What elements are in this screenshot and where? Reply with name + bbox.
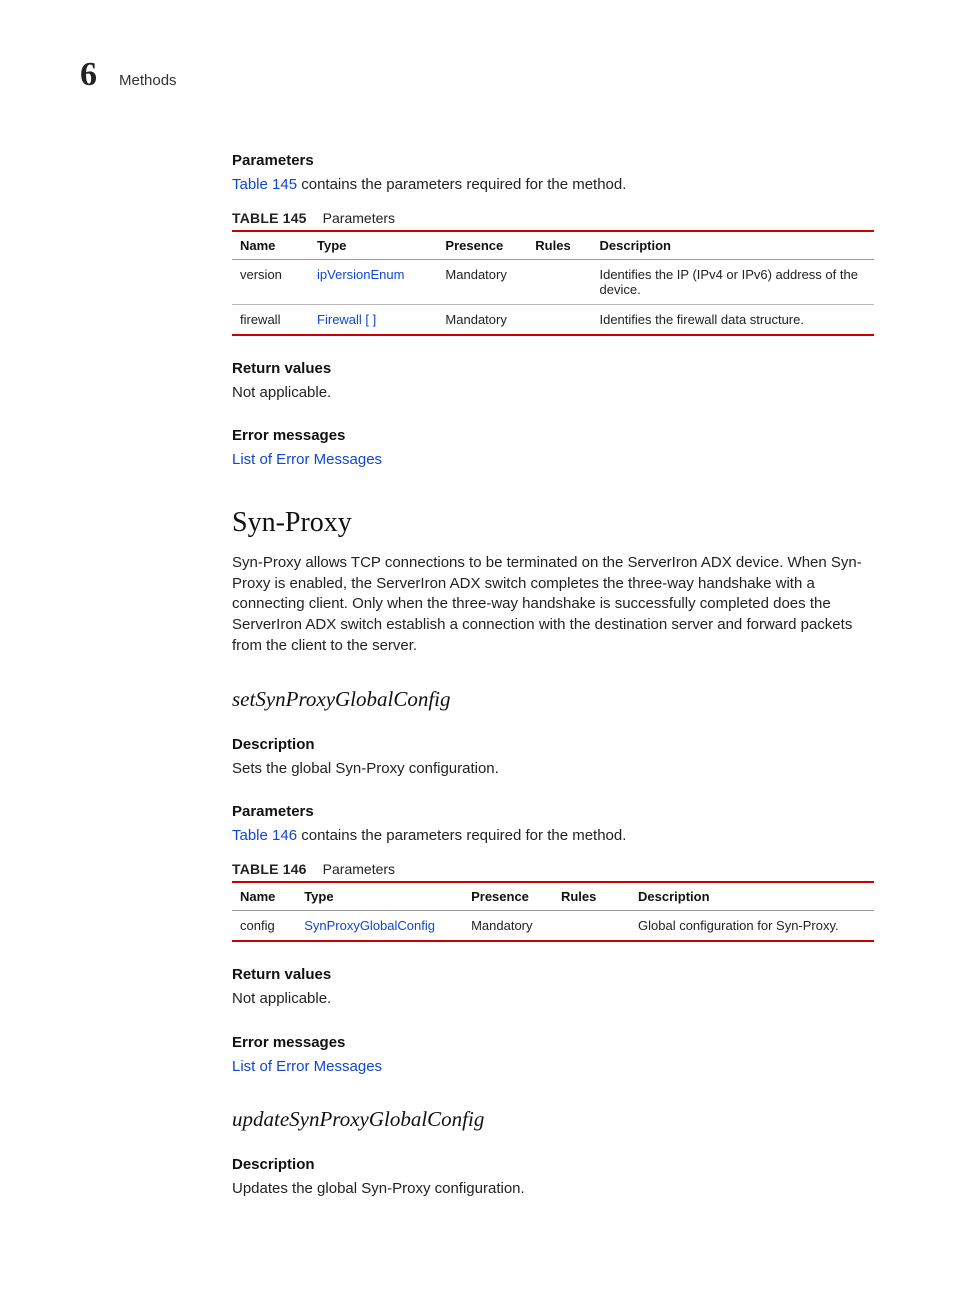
col-header: Type xyxy=(309,231,437,260)
table-row: version ipVersionEnum Mandatory Identifi… xyxy=(232,259,874,304)
cell-presence: Mandatory xyxy=(463,910,553,941)
cell-name: config xyxy=(232,910,296,941)
description-heading-1: Description xyxy=(232,736,874,753)
table146-caption-label: TABLE 146 xyxy=(232,861,307,877)
updatesynproxyglobalconfig-heading: updateSynProxyGlobalConfig xyxy=(232,1107,874,1132)
cell-rules xyxy=(527,259,591,304)
cell-name: version xyxy=(232,259,309,304)
error-messages-link-2[interactable]: List of Error Messages xyxy=(232,1058,382,1075)
table-row: firewall Firewall [ ] Mandatory Identifi… xyxy=(232,304,874,335)
col-header: Name xyxy=(232,231,309,260)
cell-rules xyxy=(553,910,630,941)
description-body-2: Updates the global Syn-Proxy configurati… xyxy=(232,1179,874,1200)
description-body-1: Sets the global Syn-Proxy configuration. xyxy=(232,759,874,780)
return-values-body-1: Not applicable. xyxy=(232,383,874,404)
col-header: Presence xyxy=(437,231,527,260)
syn-proxy-heading: Syn-Proxy xyxy=(232,507,874,539)
syn-proxy-body: Syn-Proxy allows TCP connections to be t… xyxy=(232,553,874,656)
cell-name: firewall xyxy=(232,304,309,335)
col-header: Description xyxy=(630,882,874,911)
running-header: 6 Methods xyxy=(80,56,874,94)
error-messages-link-1[interactable]: List of Error Messages xyxy=(232,451,382,468)
type-link[interactable]: ipVersionEnum xyxy=(317,267,404,282)
table-146: Name Type Presence Rules Description con… xyxy=(232,881,874,942)
table-145: Name Type Presence Rules Description ver… xyxy=(232,230,874,336)
parameters-intro-rest-1: contains the parameters required for the… xyxy=(297,176,626,193)
cell-desc: Identifies the IP (IPv4 or IPv6) address… xyxy=(591,259,874,304)
header-section-title: Methods xyxy=(119,72,177,89)
cell-presence: Mandatory xyxy=(437,259,527,304)
error-messages-heading-1: Error messages xyxy=(232,427,874,444)
return-values-body-2: Not applicable. xyxy=(232,989,874,1010)
cell-rules xyxy=(527,304,591,335)
table145-caption-label: TABLE 145 xyxy=(232,210,307,226)
col-header: Presence xyxy=(463,882,553,911)
chapter-number: 6 xyxy=(80,56,97,94)
error-messages-heading-2: Error messages xyxy=(232,1034,874,1051)
parameters-intro-2: Table 146 contains the parameters requir… xyxy=(232,826,874,847)
return-values-heading-1: Return values xyxy=(232,360,874,377)
parameters-intro-rest-2: contains the parameters required for the… xyxy=(297,827,626,844)
table145-link[interactable]: Table 145 xyxy=(232,176,297,193)
table146-caption-text: Parameters xyxy=(323,861,395,877)
col-header: Description xyxy=(591,231,874,260)
col-header: Rules xyxy=(553,882,630,911)
type-link[interactable]: SynProxyGlobalConfig xyxy=(304,918,435,933)
table146-link[interactable]: Table 146 xyxy=(232,827,297,844)
col-header: Type xyxy=(296,882,463,911)
cell-desc: Identifies the firewall data structure. xyxy=(591,304,874,335)
return-values-heading-2: Return values xyxy=(232,966,874,983)
setsynproxyglobalconfig-heading: setSynProxyGlobalConfig xyxy=(232,687,874,712)
parameters-heading-1: Parameters xyxy=(232,152,874,169)
table-row: config SynProxyGlobalConfig Mandatory Gl… xyxy=(232,910,874,941)
table145-caption-text: Parameters xyxy=(323,210,395,226)
parameters-heading-2: Parameters xyxy=(232,803,874,820)
col-header: Rules xyxy=(527,231,591,260)
parameters-intro-1: Table 145 contains the parameters requir… xyxy=(232,175,874,196)
type-link[interactable]: Firewall [ ] xyxy=(317,312,376,327)
table146-caption: TABLE 146 Parameters xyxy=(232,861,874,877)
description-heading-2: Description xyxy=(232,1156,874,1173)
cell-desc: Global configuration for Syn-Proxy. xyxy=(630,910,874,941)
cell-presence: Mandatory xyxy=(437,304,527,335)
col-header: Name xyxy=(232,882,296,911)
table145-caption: TABLE 145 Parameters xyxy=(232,210,874,226)
